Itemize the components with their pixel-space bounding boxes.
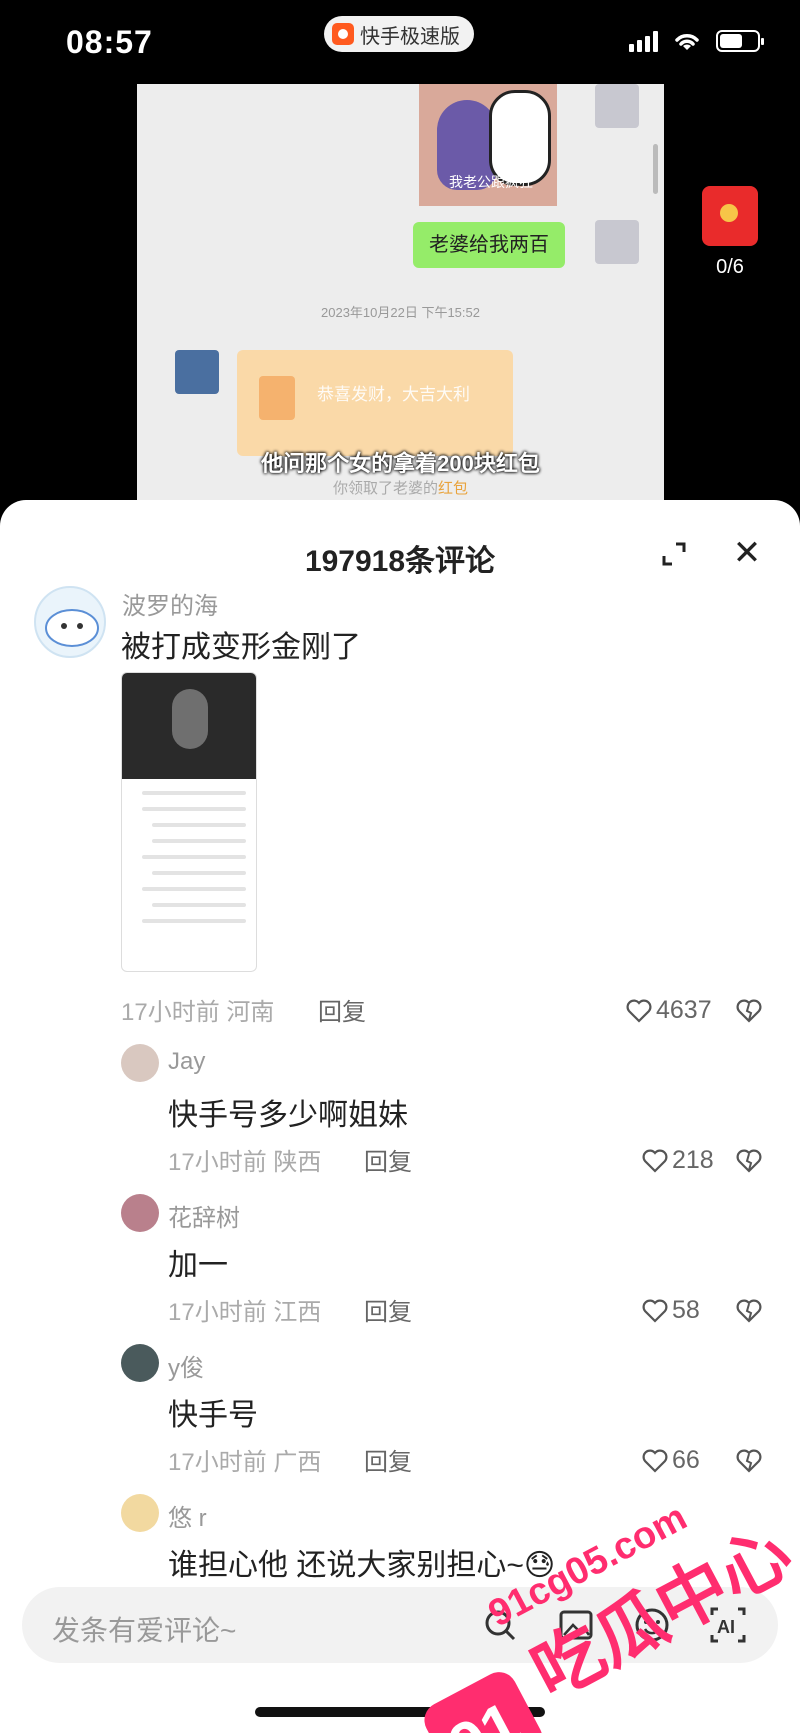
chat-avatar-other: [175, 350, 219, 394]
dislike-icon[interactable]: [736, 1448, 762, 1474]
comment-time-location: 17小时前 陕西: [168, 1149, 322, 1176]
comment-input-bar[interactable]: 发条有爱评论~ AI: [22, 1587, 778, 1663]
avatar[interactable]: [121, 1344, 159, 1382]
home-indicator: [255, 1707, 545, 1717]
like-count: 66: [672, 1446, 700, 1474]
comments-sheet: 197918条评论 ✕ 波罗的海 被打成变形金刚了 17小时前 河南 回复 46…: [0, 500, 800, 1733]
avatar[interactable]: [34, 586, 106, 658]
wifi-icon: [675, 34, 699, 50]
comment-author[interactable]: 悠 r: [168, 1498, 207, 1533]
app-indicator-pill[interactable]: 快手极速版: [324, 16, 474, 52]
expand-icon[interactable]: [660, 540, 688, 568]
red-packet-message: 恭喜发财，大吉大利: [237, 350, 513, 456]
system-message: 你领取了老婆的红包: [137, 477, 664, 498]
comment-text: 快手号多少啊姐妹: [168, 1099, 408, 1132]
system-message-highlight: 红包: [438, 480, 469, 497]
dislike-icon[interactable]: [736, 1298, 762, 1324]
comment-time-location: 17小时前 江西: [168, 1299, 322, 1326]
red-packet-icon: [702, 186, 758, 246]
heart-icon: [626, 999, 652, 1023]
reply-button[interactable]: 回复: [318, 992, 366, 1027]
dislike-icon[interactable]: [736, 998, 762, 1024]
red-packet-task-widget[interactable]: 0/6: [700, 186, 760, 279]
reply-button[interactable]: 回复: [364, 1442, 412, 1477]
red-packet-title: 恭喜发财，大吉大利: [317, 385, 470, 404]
comment-author[interactable]: 波罗的海: [122, 586, 218, 621]
comment-author[interactable]: 花辞树: [168, 1198, 240, 1233]
comment-text: 快手号: [168, 1399, 258, 1432]
sticker-caption: 我老公跟疯狂: [449, 174, 533, 190]
comment-author[interactable]: Jay: [168, 1048, 205, 1076]
kuaishou-logo-icon: [332, 23, 354, 45]
search-icon[interactable]: [480, 1605, 520, 1645]
comment-author[interactable]: y俊: [168, 1348, 204, 1383]
heart-icon: [642, 1299, 668, 1323]
comment-text: 被打成变形金刚了: [121, 631, 361, 664]
comment-image-thumbnail[interactable]: [121, 672, 257, 972]
like-button[interactable]: 4637: [626, 996, 712, 1025]
task-progress-count: 0/6: [716, 256, 744, 278]
video-player[interactable]: 我老公跟疯狂 老婆给我两百 2023年10月22日 下午15:52 恭喜发财，大…: [137, 84, 664, 504]
avatar[interactable]: [121, 1044, 159, 1082]
like-count: 58: [672, 1296, 700, 1324]
image-icon[interactable]: [556, 1605, 596, 1645]
like-button[interactable]: 58: [642, 1296, 700, 1325]
system-message-text: 你领取了老婆的: [332, 480, 438, 497]
svg-text:AI: AI: [717, 1617, 735, 1637]
heart-icon: [642, 1149, 668, 1173]
app-name: 快手极速版: [360, 25, 460, 48]
reply-button[interactable]: 回复: [364, 1142, 412, 1177]
status-bar: 08:57 快手极速版: [0, 0, 800, 80]
comment-text: 加一: [168, 1249, 228, 1282]
chat-scrollbar: [653, 144, 658, 194]
emoji-icon[interactable]: [632, 1605, 672, 1645]
ai-icon[interactable]: AI: [708, 1605, 748, 1645]
video-subtitle: 他问那个女的拿着200块红包: [261, 451, 540, 476]
dislike-icon[interactable]: [736, 1148, 762, 1174]
cellular-signal-icon: [629, 30, 658, 52]
heart-icon: [642, 1449, 668, 1473]
avatar[interactable]: [121, 1194, 159, 1232]
comment-input-placeholder: 发条有爱评论~: [52, 1615, 237, 1646]
like-button[interactable]: 66: [642, 1446, 700, 1475]
status-time: 08:57: [66, 24, 153, 60]
comment-time-location: 17小时前 广西: [168, 1449, 322, 1476]
chat-timestamp: 2023年10月22日 下午15:52: [321, 305, 480, 320]
red-envelope-icon: [259, 376, 295, 420]
sticker-image: 我老公跟疯狂: [419, 84, 557, 206]
chat-avatar-self: [595, 84, 639, 128]
avatar[interactable]: [121, 1494, 159, 1532]
like-count: 218: [672, 1146, 714, 1174]
comment-text: 谁担心他 还说大家别担心~😓: [168, 1549, 556, 1582]
reply-button[interactable]: 回复: [364, 1292, 412, 1327]
chat-avatar-self: [595, 220, 639, 264]
chat-bubble-self: 老婆给我两百: [413, 222, 565, 268]
comment-time-location: 17小时前 河南: [121, 999, 275, 1026]
like-count: 4637: [656, 996, 712, 1024]
system-icons: [629, 30, 764, 52]
close-icon[interactable]: ✕: [730, 536, 764, 570]
like-button[interactable]: 218: [642, 1146, 714, 1175]
battery-icon: [716, 30, 764, 52]
